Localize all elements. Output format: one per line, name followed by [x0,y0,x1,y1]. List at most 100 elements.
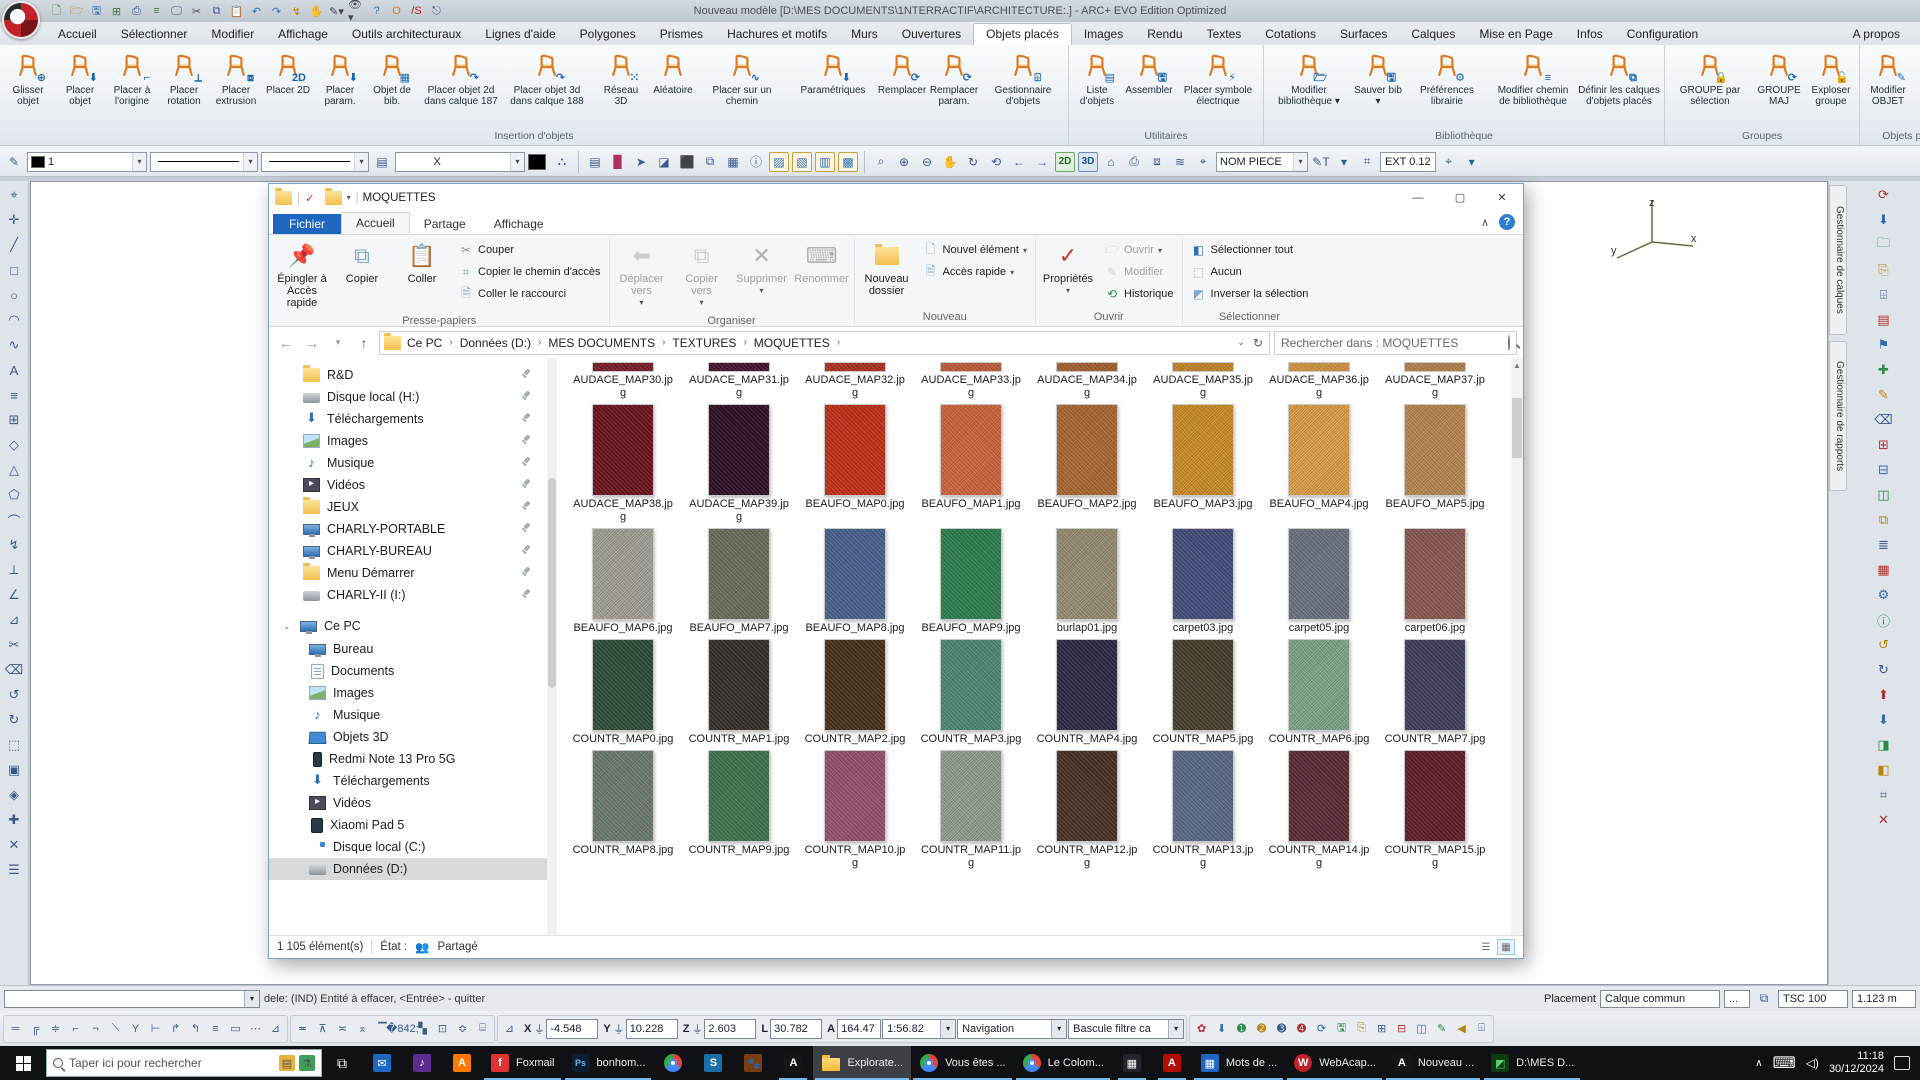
tool-icon[interactable]: A [2,358,26,382]
mesdocs-window[interactable]: ◩D:\MES D... [1482,1046,1582,1080]
start-button[interactable] [0,1046,46,1080]
nom-piece-dropdown[interactable]: NOM PIECE▾ [1216,152,1308,172]
panel-icon[interactable]: ⌹ [1872,283,1896,307]
tool-icon[interactable]: ⌸ [473,1019,492,1038]
file-item[interactable]: AUDACE_MAP33.jpg [913,362,1029,404]
tool-icon[interactable]: ⬠ [2,483,26,507]
file-item[interactable]: burlap01.jpg [1029,528,1145,639]
minimize-button[interactable]: — [1397,184,1439,211]
panel-icon[interactable]: ◧ [1872,758,1896,782]
move-to-button[interactable]: ⬅Déplacer vers▾ [613,237,671,313]
tool-icon[interactable]: ⊼ [313,1019,332,1038]
hatch-icon[interactable]: ▨ [769,152,789,172]
sidebar-item-disque-local-c-[interactable]: Disque local (C:) [269,836,557,858]
tool-icon[interactable]: ☰ [2,858,26,882]
file-item[interactable]: COUNTR_MAP11.jpg [913,750,1029,874]
layer-color-icon[interactable]: ▤ [372,152,392,172]
sidebar-item-menu-d-marrer[interactable]: Menu Démarrer [269,562,557,584]
toolbar-icon[interactable]: ⌗ [1357,152,1377,172]
tool-icon[interactable]: ⌹ [1472,1019,1491,1038]
delta-icon[interactable]: ⊿ [500,1019,519,1038]
menu-tab-infos[interactable]: Infos [1565,24,1615,45]
rename-button[interactable]: ⌨Renommer [793,237,851,289]
new-item-button[interactable]: 🗋Nouvel élément▾ [918,240,1032,260]
panel-icon[interactable]: ⟳ [1872,183,1896,207]
flash-icon[interactable]: ↯ [288,3,305,19]
sidebar-item-charly-ii-i-[interactable]: CHARLY-II (I:) [269,584,557,606]
tool-icon[interactable]: ⊞ [1372,1019,1391,1038]
tool-icon[interactable]: ╔ [26,1019,45,1038]
file-item[interactable]: COUNTR_MAP15.jpg [1377,750,1493,874]
file-item[interactable]: COUNTR_MAP1.jpg [681,639,797,750]
ribbon-button-al-atoire[interactable]: Aléatoire [647,46,699,98]
calque-browse-button[interactable]: ... [1724,990,1750,1008]
ribbon-button-modifier-biblioth-que-[interactable]: 🗁Modifier bibliothèque ▾ [1266,46,1352,109]
ribbon-button-remplacer-param-[interactable]: ⟳Remplacer param. [928,46,980,109]
tool-icon[interactable]: �842; [393,1019,412,1038]
ribbon-button-placer-extrusion[interactable]: ⧈Placer extrusion [210,46,262,109]
filter-toggle-dropdown[interactable]: Bascule filtre ca▾ [1068,1019,1184,1039]
scale-dropdown[interactable]: 1:56.82▾ [882,1019,956,1039]
panel-icon[interactable]: ⬆ [1872,683,1896,707]
tool-icon[interactable]: ➋ [1252,1019,1271,1038]
menu-tab-cotations[interactable]: Cotations [1253,24,1328,45]
ribbon-button-gestionnaire-d-objets[interactable]: ⌹Gestionnaire d'objets [980,46,1066,109]
ribbon-button-exploser-objet[interactable]: ⌐Exploser OBJET [1914,46,1920,109]
file-item[interactable]: AUDACE_MAP38.jpg [565,404,681,528]
ribbon-button-placer-l-origine[interactable]: ⌐Placer à l'origine [106,46,158,109]
tool-icon[interactable]: ◠ [2,308,26,332]
y-coordinate-field[interactable]: 10.228 [626,1019,678,1039]
ribbon-button-pr-f-rences-librairie[interactable]: ⚙Préférences librairie [1404,46,1490,109]
file-item[interactable]: AUDACE_MAP31.jpg [681,362,797,404]
tool-icon[interactable]: ➊ [1232,1019,1251,1038]
hatch-dropdown[interactable]: X▾ [395,152,525,172]
keyboard-icon[interactable]: ⌨ [1773,1053,1796,1073]
help-icon[interactable]: ? [368,3,385,19]
qat-folder-icon[interactable] [325,191,342,205]
tool-icon[interactable]: ⌐ [66,1019,85,1038]
arc-doc-window[interactable]: ANouveau ... [1384,1046,1482,1080]
sidebar-item-disque-local-h-[interactable]: Disque local (H:) [269,386,557,408]
mail-app-icon[interactable]: ✉ [362,1046,402,1080]
details-view-button[interactable]: ☰ [1477,939,1495,955]
panel-icon[interactable]: ✎ [1872,383,1896,407]
file-item[interactable]: BEAUFO_MAP1.jpg [913,404,1029,528]
file-item[interactable]: AUDACE_MAP34.jpg [1029,362,1145,404]
ribbon-button-placer-rotation[interactable]: ⟂Placer rotation [158,46,210,109]
file-item[interactable]: carpet03.jpg [1145,528,1261,639]
ribbon-button-modifier-objet[interactable]: ✎Modifier OBJET [1862,46,1914,109]
new-file-icon[interactable]: 🗋 [48,3,65,19]
pinwheel-icon[interactable] [653,1046,693,1080]
ribbon-button-sauver-bib-[interactable]: 🖫Sauver bib ▾ [1352,46,1404,109]
tool-icon[interactable]: ✛ [2,208,26,232]
sidebar-item-images[interactable]: Images [269,682,557,704]
photoshop-window[interactable]: Psbonhom... [563,1046,654,1080]
panel-icon[interactable]: ↺ [1872,633,1896,657]
file-item[interactable]: COUNTR_MAP10.jpg [797,750,913,874]
tool-icon[interactable]: ≑ [46,1019,65,1038]
menu-tab-mise-en-page[interactable]: Mise en Page [1467,24,1564,45]
panel-icon[interactable]: 🗀 [1872,233,1896,257]
zoom-pan-icon[interactable]: ⟲ [986,152,1006,172]
ribbon-button-placer-objet-2d-dans-calque-187[interactable]: ↷Placer objet 2d dans calque 187 [418,46,504,109]
toolbar-icon[interactable]: ▉ [608,152,628,172]
toolbar-icon[interactable]: ⧉ [700,152,720,172]
line-style-dropdown[interactable]: ▾ [150,152,258,172]
ribbon-button-placer-symbole-lectrique[interactable]: ⚡Placer symbole électrique [1175,46,1261,109]
zoom-pan-icon[interactable]: ⊖ [917,152,937,172]
menu-tab-surfaces[interactable]: Surfaces [1328,24,1399,45]
ribbon-button-param-triques[interactable]: ⬇Paramétriques [790,46,876,98]
z-coordinate-field[interactable]: 2.603 [704,1019,756,1039]
file-item[interactable]: AUDACE_MAP30.jpg [565,362,681,404]
zoom-pan-icon[interactable]: ⊕ [894,152,914,172]
menu-tab-lignes-d-aide[interactable]: Lignes d'aide [473,24,567,45]
tab-affichage[interactable]: Affichage [480,214,558,234]
zoom-pan-icon[interactable]: ⌕ [871,152,891,172]
stop-icon[interactable]: ✋ [308,3,325,19]
ribbon-button-assembler[interactable]: 🖫Assembler [1123,46,1175,98]
taskbar-clock[interactable]: 11:18 30/12/2024 [1829,1050,1884,1076]
menu-tab-accueil[interactable]: Accueil [46,24,109,45]
sidebar-item-r-d[interactable]: R&D [269,364,557,386]
forward-button[interactable]: → [301,332,323,354]
tool-icon[interactable]: ⊞ [2,408,26,432]
